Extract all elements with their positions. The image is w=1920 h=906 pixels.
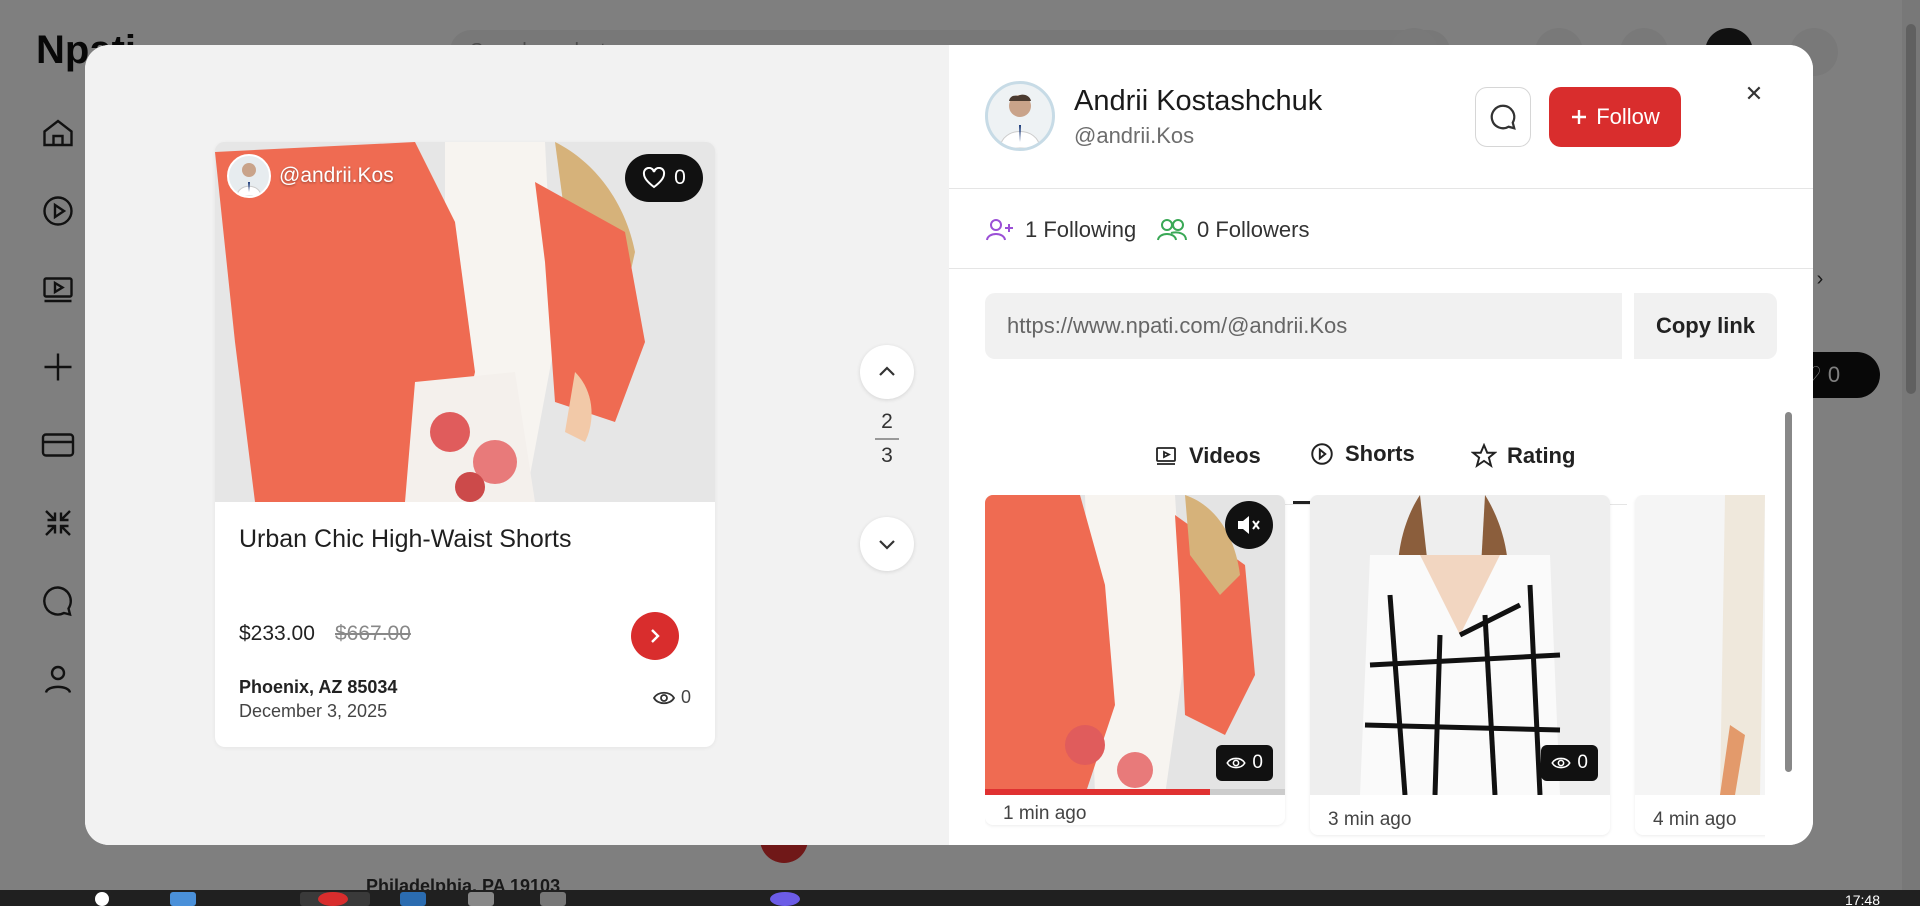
follow-button[interactable]: Follow <box>1549 87 1681 147</box>
followers-stat[interactable]: 0 Followers <box>1157 217 1309 243</box>
short-time: 1 min ago <box>1003 803 1087 824</box>
play-circle-icon <box>1311 443 1333 465</box>
product-old-price: $667.00 <box>335 622 411 645</box>
follow-label: Follow <box>1596 104 1660 129</box>
short-card[interactable]: @andrii.Kos 0 Urban Chic High-Waist Shor… <box>215 142 715 747</box>
chat-bubble-icon <box>1490 104 1516 130</box>
short-item[interactable]: 4 min ago <box>1635 495 1765 835</box>
product-price: $233.00 <box>239 622 315 645</box>
app-icon[interactable] <box>770 892 800 906</box>
following-stat[interactable]: 1 Following <box>985 217 1136 243</box>
star-icon <box>1471 442 1497 468</box>
taskbar-clock: 17:48 <box>1844 892 1880 906</box>
plus-icon <box>1572 110 1587 124</box>
short-pager: 2 3 <box>875 410 899 468</box>
content-tabs: Videos Shorts Rating <box>1117 407 1627 505</box>
open-product-button[interactable] <box>631 612 679 660</box>
video-icon <box>1156 446 1176 465</box>
chevron-down-icon <box>879 540 895 550</box>
start-icon[interactable] <box>95 892 109 906</box>
previous-short-button[interactable] <box>860 345 914 399</box>
pager-total: 3 <box>881 444 893 467</box>
eye-icon <box>1226 757 1247 769</box>
short-item[interactable]: 0 3 min ago <box>1310 495 1610 835</box>
following-count: 1 Following <box>1025 217 1137 242</box>
profile-name: Andrii Kostashchuk <box>1074 85 1323 117</box>
short-views-count: 0 <box>1577 752 1588 773</box>
panel-scrollbar[interactable] <box>1783 400 1793 840</box>
header-divider <box>949 188 1813 189</box>
card-username[interactable]: @andrii.Kos <box>279 164 394 188</box>
tab-rating[interactable]: Rating <box>1455 407 1591 504</box>
profile-avatar[interactable] <box>985 81 1055 151</box>
short-viewer: @andrii.Kos 0 Urban Chic High-Waist Shor… <box>85 45 949 845</box>
tab-rating-label: Rating <box>1507 442 1576 468</box>
taskbar: 17:48 <box>0 890 1920 906</box>
card-user[interactable]: @andrii.Kos <box>227 154 394 198</box>
short-time: 3 min ago <box>1328 809 1412 830</box>
playback-progress-fill <box>985 789 1210 795</box>
short-item[interactable]: 0 1 min ago <box>985 495 1285 825</box>
profile-panel: Andrii Kostashchuk @andrii.Kos Follow ✕ … <box>949 45 1813 845</box>
copy-link-button[interactable]: Copy link <box>1634 293 1777 359</box>
card-avatar[interactable] <box>227 154 271 198</box>
like-count: 0 <box>674 166 686 189</box>
editor-icon[interactable] <box>540 892 566 906</box>
short-views-count: 0 <box>1252 752 1263 773</box>
users-icon <box>1157 219 1187 241</box>
chevron-right-icon <box>651 629 660 643</box>
short-thumbnail[interactable] <box>1635 495 1765 795</box>
playback-progress[interactable] <box>985 789 1285 795</box>
panel-scrollbar-thumb[interactable] <box>1785 412 1792 772</box>
eye-icon <box>652 691 675 704</box>
stats-divider <box>949 268 1813 269</box>
files-icon[interactable] <box>170 892 196 906</box>
product-location: Phoenix, AZ 85034 <box>239 677 398 697</box>
speaker-mute-icon <box>1238 516 1260 534</box>
terminal-icon[interactable] <box>468 892 494 906</box>
views-count: 0 <box>680 687 691 707</box>
tab-videos-label: Videos <box>1189 442 1261 468</box>
like-button[interactable]: 0 <box>625 154 703 202</box>
followers-count: 0 Followers <box>1197 217 1310 242</box>
short-views-badge: 0 <box>1541 745 1598 781</box>
profile-handle: @andrii.Kos <box>1074 123 1195 148</box>
pager-divider <box>875 438 899 440</box>
message-button[interactable] <box>1475 87 1531 147</box>
tab-shorts[interactable]: Shorts <box>1293 407 1431 504</box>
shorts-grid: 0 1 min ago 0 3 min ago 4 min ago <box>985 495 1765 845</box>
code-icon[interactable] <box>400 892 426 906</box>
close-modal-button[interactable]: ✕ <box>1739 79 1769 109</box>
browser-icon[interactable] <box>318 892 348 906</box>
tab-videos[interactable]: Videos <box>1137 407 1277 504</box>
profile-link-field[interactable]: https://www.npati.com/@andrii.Kos <box>985 293 1622 359</box>
product-date: December 3, 2025 <box>239 701 388 721</box>
user-plus-icon <box>986 219 1013 241</box>
product-title[interactable]: Urban Chic High-Waist Shorts <box>239 525 572 554</box>
short-views-badge: 0 <box>1216 745 1273 781</box>
eye-icon <box>1551 757 1572 769</box>
product-views: 0 <box>652 687 691 708</box>
short-time: 4 min ago <box>1653 809 1737 830</box>
mute-button[interactable] <box>1225 501 1273 549</box>
profile-modal: @andrii.Kos 0 Urban Chic High-Waist Shor… <box>85 45 1813 845</box>
tab-shorts-label: Shorts <box>1345 441 1415 466</box>
next-short-button[interactable] <box>860 517 914 571</box>
chevron-up-icon <box>879 366 895 376</box>
heart-icon <box>643 167 666 189</box>
pager-current: 2 <box>881 410 893 433</box>
